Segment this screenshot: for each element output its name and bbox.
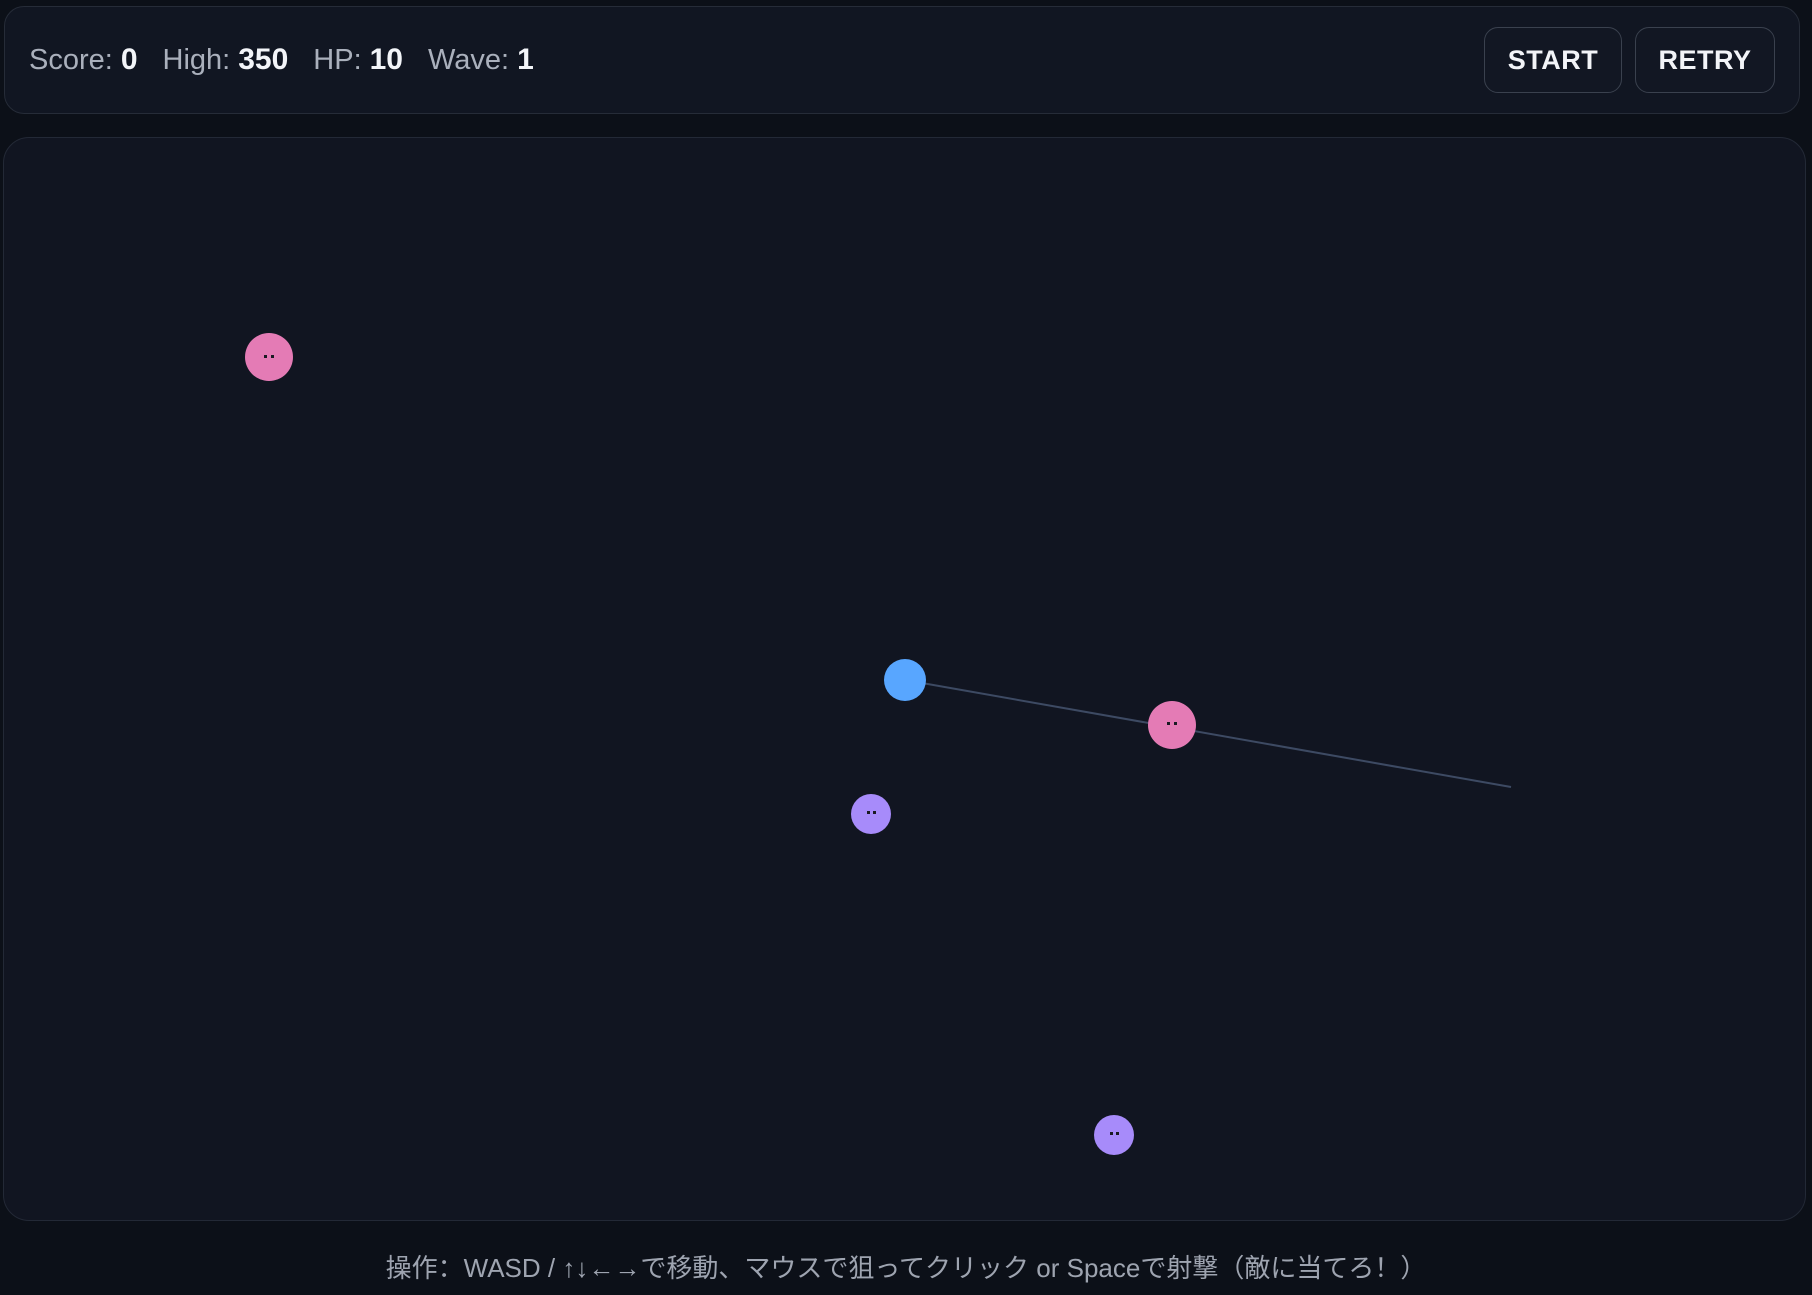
enemy-2-body [1148,701,1196,749]
score-value: 0 [120,43,138,76]
arena-canvas[interactable] [4,138,1806,1221]
retry-button[interactable]: RETRY [1635,27,1775,93]
high-score-stat: High: 350 [163,43,289,77]
enemy-3[interactable] [851,794,891,834]
game-arena[interactable] [3,137,1806,1221]
enemy-2[interactable] [1148,701,1196,749]
instructions-text: 操作：WASD / ↑↓←→で移動、マウスで狙ってクリック or Spaceで射… [385,1253,1427,1283]
score-label: Score: [29,44,113,76]
enemy-1[interactable] [245,333,293,381]
wave-stat: Wave: 1 [428,43,534,77]
wave-label: Wave: [428,44,510,76]
hp-label: HP: [313,44,362,76]
enemy-4-body [1094,1115,1134,1155]
wave-value: 1 [517,43,534,76]
player-circle [884,659,926,701]
score-stat: Score: 0 [29,43,138,77]
enemy-4[interactable] [1094,1115,1134,1155]
start-button[interactable]: START [1484,27,1622,93]
control-buttons: START RETRY [1484,27,1775,93]
enemy-3-body [851,794,891,834]
hp-value: 10 [369,43,403,76]
enemy-1-body [245,333,293,381]
high-score-value: 350 [238,43,289,76]
high-score-label: High: [162,44,231,76]
aim-line [904,679,1512,788]
stats-panel: Score: 0 High: 350 HP: 10 Wave: 1 [29,43,559,77]
hp-stat: HP: 10 [313,43,403,77]
player [884,659,926,701]
hud-bar: Score: 0 High: 350 HP: 10 Wave: 1 START … [4,6,1800,114]
